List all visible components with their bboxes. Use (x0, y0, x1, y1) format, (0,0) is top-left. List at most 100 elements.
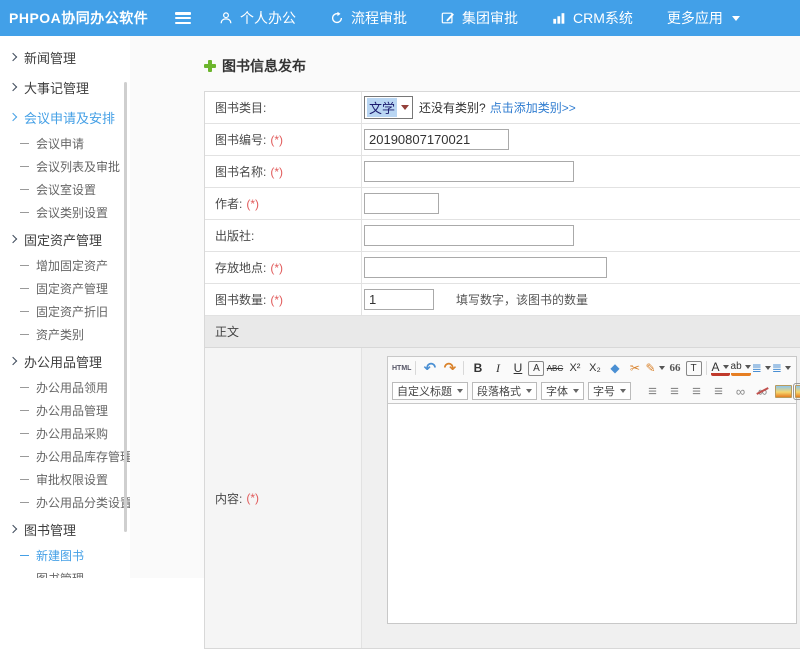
author-input[interactable] (364, 193, 439, 214)
sidebar-item[interactable]: 会议类别设置 (0, 201, 130, 224)
page-title-row: 图书信息发布 (204, 56, 800, 76)
align-justify-icon[interactable]: ≡ (709, 382, 728, 400)
insert-table-icon[interactable]: T (686, 361, 702, 376)
sidebar-item[interactable]: 固定资产折旧 (0, 300, 130, 323)
unlink-icon[interactable]: ∞ (753, 382, 772, 400)
char-border-icon[interactable]: A (528, 361, 544, 376)
sidebar-item[interactable]: 会议室设置 (0, 178, 130, 201)
sidebar-item[interactable]: 办公用品管理 (0, 399, 130, 422)
subscript-icon[interactable]: X₂ (585, 359, 604, 377)
required-marker: (*) (270, 165, 283, 179)
align-center-icon[interactable]: ≡ (665, 382, 684, 400)
sidebar-item[interactable]: 大事记管理 (0, 72, 130, 102)
link-icon[interactable]: ∞ (731, 382, 750, 400)
nav-crm-system[interactable]: CRM系统 (552, 8, 633, 28)
redo-icon[interactable]: ↷ (440, 359, 459, 377)
format-painter-icon[interactable]: ✎ (645, 359, 664, 377)
dash-icon (20, 265, 29, 267)
book-no-input[interactable] (364, 129, 509, 150)
sidebar-item-label: 会议申请及安排 (24, 108, 115, 127)
form-row-category: 图书类目: 文学 还没有类别? 点击添加类别>> (205, 92, 800, 124)
font-family-select[interactable]: 字体 (541, 382, 584, 400)
sidebar-item-label: 固定资产折旧 (36, 303, 108, 320)
chevron-right-icon (9, 53, 17, 61)
caret-down-icon (526, 389, 532, 393)
nav-label: 集团审批 (462, 8, 518, 28)
category-note: 还没有类别? (419, 99, 486, 116)
sidebar-item-label: 办公用品分类设置 (36, 494, 130, 511)
sidebar-item[interactable]: 资产类别 (0, 323, 130, 346)
required-marker: (*) (246, 491, 259, 505)
menu-icon[interactable] (175, 12, 191, 24)
blockquote-icon[interactable]: 66 (666, 359, 685, 377)
location-input[interactable] (364, 257, 607, 278)
sidebar-item[interactable]: 办公用品领用 (0, 376, 130, 399)
align-right-icon[interactable]: ≡ (687, 382, 706, 400)
sidebar-item-label: 增加固定资产 (36, 257, 108, 274)
nav-workflow-approval[interactable]: 流程审批 (330, 8, 407, 28)
form-row-book-name: 图书名称: (*) (205, 156, 800, 188)
required-marker: (*) (246, 197, 259, 211)
image-icon[interactable] (775, 385, 792, 398)
sidebar-scrollbar[interactable] (124, 82, 127, 532)
form-row-book-no: 图书编号: (*) (205, 124, 800, 156)
sidebar-item[interactable]: 会议列表及审批 (0, 155, 130, 178)
unordered-list-icon[interactable]: ≣ (772, 359, 791, 377)
publisher-input[interactable] (364, 225, 574, 246)
font-color-icon[interactable]: A (711, 361, 730, 376)
sidebar-item[interactable]: 图书管理 (0, 514, 130, 544)
highlight-color-icon[interactable]: ab (731, 361, 751, 376)
nav-group-approval[interactable]: 集团审批 (441, 8, 518, 28)
book-category-select[interactable]: 文学 (364, 96, 413, 119)
superscript-icon[interactable]: X² (565, 359, 584, 377)
ordered-list-icon[interactable]: ≣ (752, 359, 771, 377)
sidebar-item[interactable]: 办公用品管理 (0, 346, 130, 376)
eraser-icon[interactable]: ◆ (605, 359, 624, 377)
required-marker: (*) (270, 261, 283, 275)
sidebar-item-label: 图书管理 (36, 570, 84, 578)
field-label: 出版社: (215, 227, 254, 244)
sidebar-item[interactable]: 会议申请及安排 (0, 102, 130, 132)
underline-icon[interactable]: U (508, 359, 527, 377)
sidebar-item-label: 办公用品采购 (36, 425, 108, 442)
strikethrough-icon[interactable]: ABC (545, 359, 564, 377)
add-icon (204, 60, 216, 72)
undo-icon[interactable]: ↶ (420, 359, 439, 377)
sidebar-item[interactable]: 办公用品采购 (0, 422, 130, 445)
font-size-select[interactable]: 字号 (588, 382, 631, 400)
bold-icon[interactable]: B (468, 359, 487, 377)
nav-personal-office[interactable]: 个人办公 (219, 8, 296, 28)
caret-down-icon (620, 389, 626, 393)
heading-select[interactable]: 自定义标题 (392, 382, 468, 400)
field-label: 图书编号: (215, 131, 266, 148)
paragraph-format-select[interactable]: 段落格式 (472, 382, 537, 400)
app-logo: PHPOA协同办公软件 (0, 8, 175, 28)
italic-icon[interactable]: I (488, 359, 507, 377)
sidebar-item[interactable]: 办公用品库存管理 (0, 445, 130, 468)
sidebar-item[interactable]: 固定资产管理 (0, 224, 130, 254)
user-icon (219, 11, 233, 25)
clear-format-icon[interactable]: ✂ (625, 359, 644, 377)
sidebar-item-label: 办公用品管理 (36, 402, 108, 419)
sidebar-item[interactable]: 审批权限设置 (0, 468, 130, 491)
sidebar-item[interactable]: 新闻管理 (0, 42, 130, 72)
html-source-icon[interactable]: HTML (392, 359, 411, 377)
nav-more-apps[interactable]: 更多应用 (667, 8, 740, 28)
sidebar-item[interactable]: 固定资产管理 (0, 277, 130, 300)
editor-content-area[interactable] (388, 403, 796, 623)
insert-image-icon[interactable] (795, 385, 800, 398)
add-category-link[interactable]: 点击添加类别>> (490, 99, 576, 116)
dash-icon (20, 166, 29, 168)
quantity-hint: 填写数字，该图书的数量 (456, 291, 588, 308)
quantity-input[interactable] (364, 289, 434, 310)
sidebar-item[interactable]: 会议申请 (0, 132, 130, 155)
sidebar-item[interactable]: 新建图书 (0, 544, 130, 567)
caret-down-icon (573, 389, 579, 393)
sidebar-item[interactable]: 增加固定资产 (0, 254, 130, 277)
page-title: 图书信息发布 (222, 56, 306, 76)
sidebar-item[interactable]: 图书管理 (0, 567, 130, 578)
align-left-icon[interactable]: ≡ (643, 382, 662, 400)
nav-label: 更多应用 (667, 8, 723, 28)
sidebar-item[interactable]: 办公用品分类设置 (0, 491, 130, 514)
book-name-input[interactable] (364, 161, 574, 182)
